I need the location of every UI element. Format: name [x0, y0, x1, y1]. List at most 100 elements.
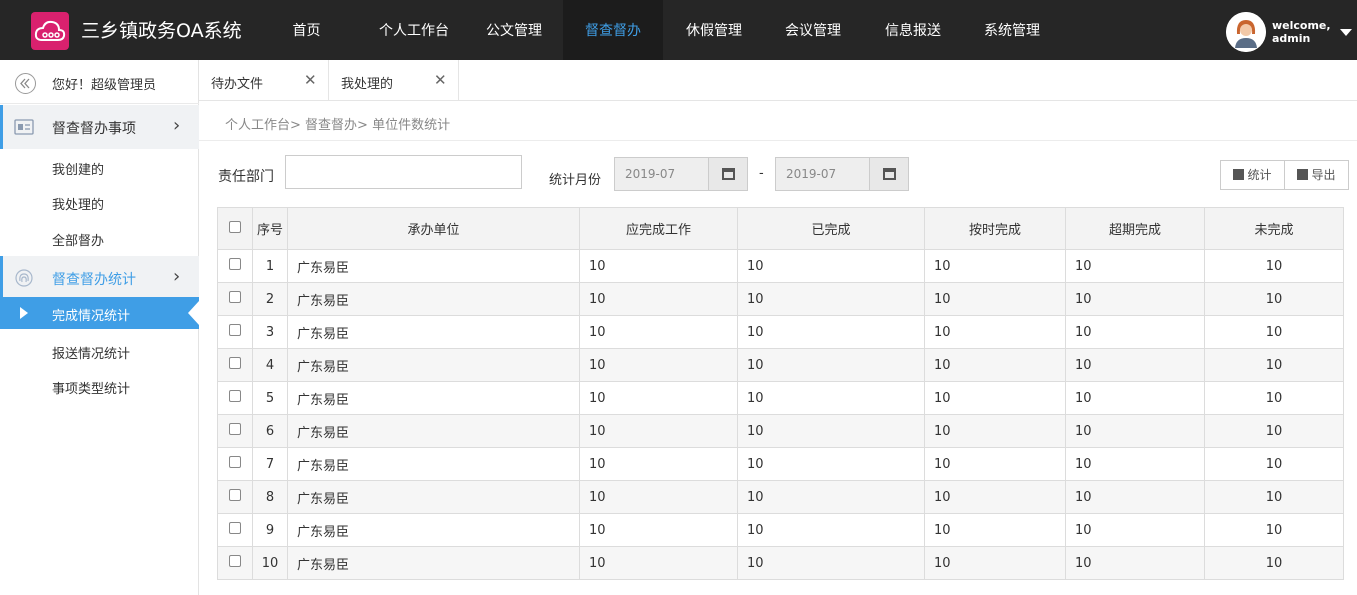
table-row[interactable]: 5 广东易臣 10 10 10 10 10 [217, 381, 1344, 415]
row-checkbox[interactable] [217, 480, 253, 514]
greeting-text: 您好！超级管理员 [52, 78, 157, 93]
table-row[interactable]: 2 广东易臣 10 10 10 10 10 [217, 282, 1344, 316]
close-icon[interactable]: ✕ [304, 71, 317, 89]
sidebar-item-my-handled[interactable]: 我处理的 [52, 194, 104, 213]
stat-button[interactable]: 统计 [1220, 160, 1285, 190]
caret-down-icon[interactable] [1340, 29, 1352, 36]
sidebar-item-report-stats[interactable]: 报送情况统计 [52, 343, 130, 362]
table-row[interactable]: 4 广东易臣 10 10 10 10 10 [217, 348, 1344, 382]
select-all-checkbox[interactable] [217, 207, 253, 250]
tab-pending-files[interactable]: 待办文件 ✕ [199, 60, 329, 101]
calendar-icon[interactable] [708, 157, 748, 191]
table-cell: 2 [252, 282, 288, 316]
sidebar-group-label: 督查督办事项 [52, 121, 136, 137]
breadcrumb-item[interactable]: 督查督办> [305, 118, 368, 133]
table-cell: 广东易臣 [287, 546, 580, 580]
table-cell: 广东易臣 [287, 282, 580, 316]
table-row[interactable]: 7 广东易臣 10 10 10 10 10 [217, 447, 1344, 481]
table-cell: 10 [252, 546, 288, 580]
column-header: 已完成 [737, 207, 925, 250]
table-cell: 10 [737, 315, 925, 349]
table-cell: 10 [1065, 414, 1205, 448]
row-checkbox[interactable] [217, 348, 253, 382]
sidebar-item-type-stats[interactable]: 事项类型统计 [52, 378, 130, 397]
sidebar-group-supervision-items[interactable]: 督查督办事项 › [0, 105, 199, 149]
app-title: 三乡镇政务OA系统 [81, 20, 242, 42]
sidebar-group-supervision-stats[interactable]: 督查督办统计 › [0, 256, 199, 300]
table-cell: 10 [924, 414, 1066, 448]
table-cell: 10 [737, 414, 925, 448]
table-cell: 10 [1065, 315, 1205, 349]
breadcrumb-item[interactable]: 个人工作台> [225, 118, 301, 133]
table-cell: 10 [1065, 249, 1205, 283]
table-cell: 10 [579, 381, 738, 415]
table-cell: 8 [252, 480, 288, 514]
table-row[interactable]: 8 广东易臣 10 10 10 10 10 [217, 480, 1344, 514]
table-cell: 10 [1204, 282, 1344, 316]
user-avatar[interactable] [1226, 12, 1266, 52]
welcome-text[interactable]: welcome, admin [1272, 19, 1331, 45]
table-cell: 10 [737, 480, 925, 514]
table-cell: 10 [1204, 447, 1344, 481]
nav-system-management[interactable]: 系统管理 [970, 0, 1054, 60]
row-checkbox[interactable] [217, 249, 253, 283]
calendar-icon [1233, 169, 1245, 180]
sidebar-item-my-created[interactable]: 我创建的 [52, 159, 104, 178]
breadcrumb-current: 单位件数统计 [372, 118, 451, 133]
row-checkbox[interactable] [217, 381, 253, 415]
table-cell: 10 [1065, 282, 1205, 316]
table-cell: 10 [1204, 249, 1344, 283]
table-row[interactable]: 1 广东易臣 10 10 10 10 10 [217, 249, 1344, 283]
tab-my-handled[interactable]: 我处理的 ✕ [329, 60, 459, 101]
table-cell: 广东易臣 [287, 513, 580, 547]
table-cell: 10 [737, 282, 925, 316]
nav-personal-workbench[interactable]: 个人工作台 [370, 0, 458, 60]
table-cell: 10 [924, 447, 1066, 481]
id-card-icon [14, 119, 34, 135]
column-header: 未完成 [1204, 207, 1344, 250]
nav-info-report[interactable]: 信息报送 [871, 0, 955, 60]
table-cell: 10 [579, 348, 738, 382]
nav-document-management[interactable]: 公文管理 [472, 0, 556, 60]
active-notch [188, 301, 199, 325]
sidebar-item-all-supervision[interactable]: 全部督办 [52, 230, 104, 249]
table-cell: 10 [1204, 348, 1344, 382]
collapse-left-icon[interactable] [15, 73, 36, 94]
tab-bar: 待办文件 ✕ 我处理的 ✕ [199, 60, 1357, 101]
divider [199, 140, 1357, 141]
row-checkbox[interactable] [217, 513, 253, 547]
table-cell: 10 [924, 546, 1066, 580]
table-cell: 10 [737, 249, 925, 283]
nav-leave-management[interactable]: 休假管理 [672, 0, 756, 60]
export-button[interactable]: 导出 [1284, 160, 1349, 190]
date-to-input[interactable]: 2019-07 [775, 157, 870, 191]
row-checkbox[interactable] [217, 414, 253, 448]
table-cell: 10 [924, 381, 1066, 415]
table-cell: 10 [1204, 513, 1344, 547]
column-header: 序号 [252, 207, 288, 250]
row-checkbox[interactable] [217, 315, 253, 349]
row-checkbox[interactable] [217, 282, 253, 316]
nav-home[interactable]: 首页 [271, 0, 342, 60]
cloud-logo-icon[interactable] [31, 12, 69, 50]
table-cell: 9 [252, 513, 288, 547]
table-cell: 10 [1065, 513, 1205, 547]
table-cell: 5 [252, 381, 288, 415]
table-cell: 10 [737, 447, 925, 481]
table-row[interactable]: 6 广东易臣 10 10 10 10 10 [217, 414, 1344, 448]
table-cell: 10 [924, 513, 1066, 547]
date-from-input[interactable]: 2019-07 [614, 157, 709, 191]
nav-supervision[interactable]: 督查督办 [563, 0, 663, 60]
calendar-icon[interactable] [869, 157, 909, 191]
row-checkbox[interactable] [217, 447, 253, 481]
tab-label: 我处理的 [341, 77, 394, 92]
nav-meeting-management[interactable]: 会议管理 [771, 0, 855, 60]
sidebar-item-completion-stats[interactable]: 完成情况统计 [0, 297, 199, 329]
row-checkbox[interactable] [217, 546, 253, 580]
dept-input[interactable] [285, 155, 522, 189]
table-row[interactable]: 9 广东易臣 10 10 10 10 10 [217, 513, 1344, 547]
table-cell: 10 [1204, 381, 1344, 415]
table-row[interactable]: 3 广东易臣 10 10 10 10 10 [217, 315, 1344, 349]
close-icon[interactable]: ✕ [434, 71, 447, 89]
table-row[interactable]: 10 广东易臣 10 10 10 10 10 [217, 546, 1344, 580]
